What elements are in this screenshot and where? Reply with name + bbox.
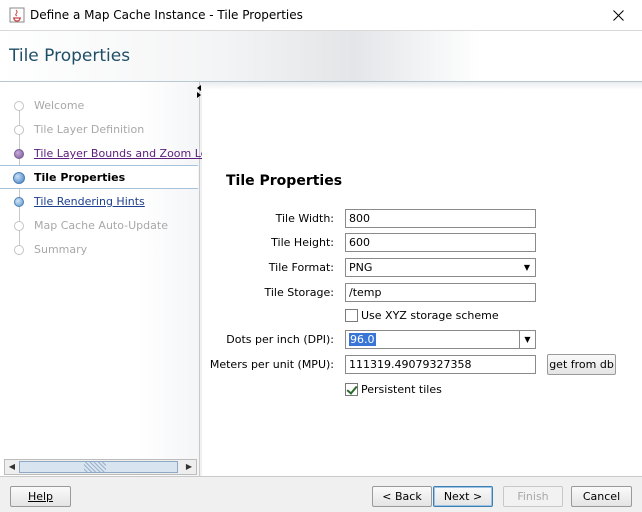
close-button[interactable]: [596, 0, 642, 31]
java-app-icon: [9, 7, 25, 23]
chevron-down-icon[interactable]: ▼: [519, 331, 535, 348]
nav-item-map-cache-auto-update: Map Cache Auto-Update: [0, 214, 198, 238]
nav-item-summary: Summary: [0, 238, 198, 262]
chevron-down-icon[interactable]: ▼: [519, 259, 535, 276]
persistent-tiles-label[interactable]: Persistent tiles: [361, 383, 442, 396]
nav-item-tile-layer-bounds[interactable]: Tile Layer Bounds and Zoom Levels: [0, 142, 230, 166]
tile-storage-label: Tile Storage:: [264, 286, 334, 299]
scroll-left-arrow-icon[interactable]: ◀: [5, 460, 19, 474]
window-title: Define a Map Cache Instance - Tile Prope…: [30, 8, 303, 22]
tile-storage-input[interactable]: [345, 283, 536, 302]
title-bar: Define a Map Cache Instance - Tile Prope…: [0, 0, 642, 31]
nav-item-label: Summary: [34, 243, 88, 256]
tile-height-label: Tile Height:: [271, 236, 334, 249]
nav-item-label: Tile Properties: [34, 171, 126, 184]
tile-format-value: PNG: [349, 261, 373, 274]
scroll-thumb[interactable]: [19, 461, 178, 473]
xyz-storage-label[interactable]: Use XYZ storage scheme: [361, 309, 499, 322]
wizard-nav-panel: Welcome Tile Layer Definition Tile Layer…: [0, 82, 230, 476]
step-dot-icon: [14, 101, 24, 111]
nav-horizontal-scrollbar[interactable]: ◀ ▶: [4, 459, 197, 475]
step-dot-icon: [14, 125, 24, 135]
persistent-tiles-checkbox[interactable]: [345, 383, 358, 396]
step-dot-icon: [14, 245, 24, 255]
section-title: Tile Properties: [226, 173, 343, 189]
help-button-label: Help: [27, 490, 54, 503]
nav-item-label[interactable]: Tile Rendering Hints: [34, 195, 145, 208]
nav-item-tile-properties[interactable]: Tile Properties: [0, 165, 198, 189]
header-title: Tile Properties: [9, 46, 131, 66]
nav-item-tile-rendering-hints[interactable]: Tile Rendering Hints: [0, 190, 198, 214]
xyz-storage-checkbox[interactable]: [345, 309, 358, 322]
mpu-input[interactable]: [345, 355, 536, 374]
step-dot-icon: [14, 197, 24, 207]
step-dot-icon: [14, 149, 24, 159]
back-button[interactable]: < Back: [372, 486, 432, 507]
tile-format-label: Tile Format:: [268, 261, 334, 274]
nav-item-label: Map Cache Auto-Update: [34, 219, 168, 232]
cancel-button[interactable]: Cancel: [571, 486, 632, 507]
dpi-value[interactable]: 96.0: [349, 333, 376, 346]
get-from-db-button[interactable]: get from db: [547, 354, 616, 375]
help-button[interactable]: Help: [10, 486, 71, 507]
nav-item-label: Tile Layer Definition: [34, 123, 145, 136]
tile-height-input[interactable]: [345, 233, 536, 252]
wizard-footer: Help < Back Next > Finish Cancel: [0, 476, 642, 512]
nav-item-label: Welcome: [34, 99, 85, 112]
next-button[interactable]: Next >: [433, 486, 493, 507]
nav-item-tile-layer-definition: Tile Layer Definition: [0, 118, 198, 142]
main-content-panel: Tile Properties Tile Width: Tile Height:…: [202, 82, 642, 476]
mpu-label: Meters per unit (MPU):: [209, 358, 334, 371]
nav-item-welcome: Welcome: [0, 94, 198, 118]
finish-button: Finish: [503, 486, 563, 507]
close-icon: [613, 10, 624, 21]
dpi-combo[interactable]: 96.0 ▼: [345, 330, 536, 349]
tile-width-label: Tile Width:: [275, 212, 334, 225]
tile-width-input[interactable]: [345, 209, 536, 228]
step-dot-icon: [13, 172, 25, 184]
dpi-label: Dots per inch (DPI):: [226, 333, 334, 346]
scroll-right-arrow-icon[interactable]: ▶: [182, 460, 196, 474]
tile-format-select[interactable]: PNG ▼: [345, 258, 536, 277]
step-dot-icon: [14, 221, 24, 231]
wizard-header: Tile Properties: [0, 31, 642, 81]
